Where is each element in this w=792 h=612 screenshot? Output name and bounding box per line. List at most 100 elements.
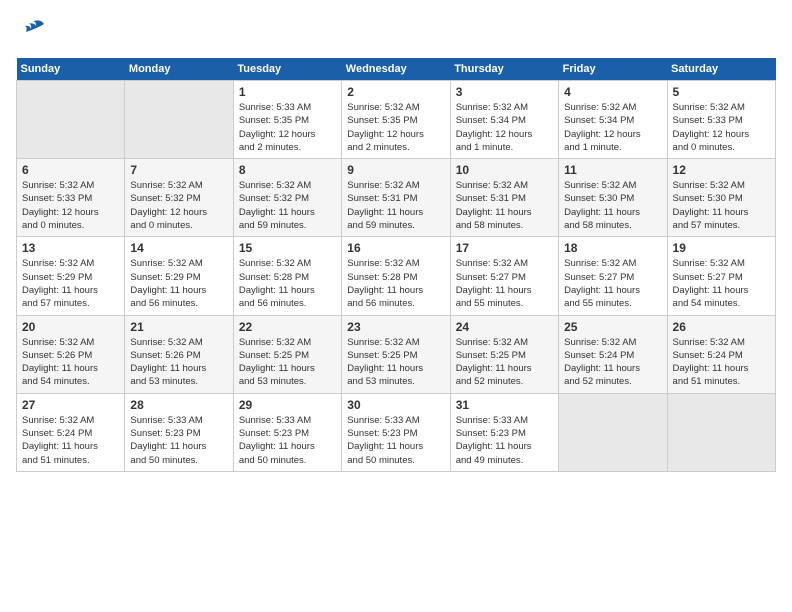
day-info: Sunrise: 5:32 AMSunset: 5:24 PMDaylight:… — [564, 336, 661, 389]
day-info: Sunrise: 5:32 AMSunset: 5:29 PMDaylight:… — [22, 257, 119, 310]
day-number: 25 — [564, 320, 661, 334]
day-info: Sunrise: 5:32 AMSunset: 5:27 PMDaylight:… — [564, 257, 661, 310]
day-number: 1 — [239, 85, 336, 99]
day-number: 12 — [673, 163, 770, 177]
weekday-header-thursday: Thursday — [450, 58, 558, 81]
calendar-cell: 30 Sunrise: 5:33 AMSunset: 5:23 PMDayligh… — [342, 393, 450, 471]
day-number: 23 — [347, 320, 444, 334]
calendar-cell: 31 Sunrise: 5:33 AMSunset: 5:23 PMDayligh… — [450, 393, 558, 471]
day-number: 26 — [673, 320, 770, 334]
day-info: Sunrise: 5:32 AMSunset: 5:24 PMDaylight:… — [22, 414, 119, 467]
calendar-cell: 2 Sunrise: 5:32 AMSunset: 5:35 PMDaylight… — [342, 81, 450, 159]
day-number: 28 — [130, 398, 227, 412]
calendar-cell: 26 Sunrise: 5:32 AMSunset: 5:24 PMDayligh… — [667, 315, 775, 393]
calendar-cell: 25 Sunrise: 5:32 AMSunset: 5:24 PMDayligh… — [559, 315, 667, 393]
calendar-week-2: 6 Sunrise: 5:32 AMSunset: 5:33 PMDaylight… — [17, 159, 776, 237]
day-number: 21 — [130, 320, 227, 334]
calendar-cell: 20 Sunrise: 5:32 AMSunset: 5:26 PMDayligh… — [17, 315, 125, 393]
day-number: 19 — [673, 241, 770, 255]
day-number: 30 — [347, 398, 444, 412]
day-info: Sunrise: 5:32 AMSunset: 5:27 PMDaylight:… — [456, 257, 553, 310]
day-info: Sunrise: 5:33 AMSunset: 5:23 PMDaylight:… — [347, 414, 444, 467]
calendar-cell: 13Sunrise: 5:32 AMSunset: 5:29 PMDayligh… — [17, 237, 125, 315]
calendar-week-1: 1 Sunrise: 5:33 AMSunset: 5:35 PMDaylight… — [17, 81, 776, 159]
day-number: 9 — [347, 163, 444, 177]
day-info: Sunrise: 5:32 AMSunset: 5:32 PMDaylight:… — [130, 179, 227, 232]
calendar-cell: 14 Sunrise: 5:32 AMSunset: 5:29 PMDayligh… — [125, 237, 233, 315]
day-number: 17 — [456, 241, 553, 255]
day-number: 14 — [130, 241, 227, 255]
calendar-cell: 16Sunrise: 5:32 AMSunset: 5:28 PMDayligh… — [342, 237, 450, 315]
day-info: Sunrise: 5:32 AMSunset: 5:30 PMDaylight:… — [564, 179, 661, 232]
day-number: 7 — [130, 163, 227, 177]
day-number: 22 — [239, 320, 336, 334]
day-number: 11 — [564, 163, 661, 177]
day-info: Sunrise: 5:32 AMSunset: 5:29 PMDaylight:… — [130, 257, 227, 310]
day-info: Sunrise: 5:32 AMSunset: 5:31 PMDaylight:… — [347, 179, 444, 232]
day-number: 31 — [456, 398, 553, 412]
calendar-cell: 8Sunrise: 5:32 AMSunset: 5:32 PMDaylight… — [233, 159, 341, 237]
weekday-header-monday: Monday — [125, 58, 233, 81]
calendar-cell — [559, 393, 667, 471]
calendar-cell: 9 Sunrise: 5:32 AMSunset: 5:31 PMDaylight… — [342, 159, 450, 237]
day-info: Sunrise: 5:32 AMSunset: 5:25 PMDaylight:… — [347, 336, 444, 389]
day-info: Sunrise: 5:32 AMSunset: 5:25 PMDaylight:… — [456, 336, 553, 389]
calendar-week-5: 27 Sunrise: 5:32 AMSunset: 5:24 PMDayligh… — [17, 393, 776, 471]
calendar: SundayMondayTuesdayWednesdayThursdayFrid… — [16, 58, 776, 472]
calendar-cell: 6 Sunrise: 5:32 AMSunset: 5:33 PMDaylight… — [17, 159, 125, 237]
calendar-cell: 3 Sunrise: 5:32 AMSunset: 5:34 PMDaylight… — [450, 81, 558, 159]
weekday-header-tuesday: Tuesday — [233, 58, 341, 81]
day-number: 18 — [564, 241, 661, 255]
weekday-header-row: SundayMondayTuesdayWednesdayThursdayFrid… — [17, 58, 776, 81]
day-info: Sunrise: 5:32 AMSunset: 5:28 PMDaylight:… — [239, 257, 336, 310]
calendar-cell — [667, 393, 775, 471]
day-info: Sunrise: 5:32 AMSunset: 5:28 PMDaylight:… — [347, 257, 444, 310]
logo-icon — [16, 16, 48, 48]
day-number: 15 — [239, 241, 336, 255]
calendar-cell: 15 Sunrise: 5:32 AMSunset: 5:28 PMDayligh… — [233, 237, 341, 315]
day-info: Sunrise: 5:32 AMSunset: 5:35 PMDaylight:… — [347, 101, 444, 154]
calendar-cell: 17 Sunrise: 5:32 AMSunset: 5:27 PMDayligh… — [450, 237, 558, 315]
calendar-week-3: 13Sunrise: 5:32 AMSunset: 5:29 PMDayligh… — [17, 237, 776, 315]
day-info: Sunrise: 5:32 AMSunset: 5:27 PMDaylight:… — [673, 257, 770, 310]
day-number: 8 — [239, 163, 336, 177]
weekday-header-sunday: Sunday — [17, 58, 125, 81]
day-info: Sunrise: 5:32 AMSunset: 5:31 PMDaylight:… — [456, 179, 553, 232]
day-info: Sunrise: 5:32 AMSunset: 5:33 PMDaylight:… — [22, 179, 119, 232]
weekday-header-saturday: Saturday — [667, 58, 775, 81]
page-header — [16, 16, 776, 48]
calendar-body: 1 Sunrise: 5:33 AMSunset: 5:35 PMDaylight… — [17, 81, 776, 472]
calendar-cell: 27 Sunrise: 5:32 AMSunset: 5:24 PMDayligh… — [17, 393, 125, 471]
day-number: 4 — [564, 85, 661, 99]
day-info: Sunrise: 5:32 AMSunset: 5:34 PMDaylight:… — [456, 101, 553, 154]
day-info: Sunrise: 5:32 AMSunset: 5:24 PMDaylight:… — [673, 336, 770, 389]
day-number: 6 — [22, 163, 119, 177]
day-number: 3 — [456, 85, 553, 99]
calendar-cell — [17, 81, 125, 159]
calendar-cell: 11 Sunrise: 5:32 AMSunset: 5:30 PMDayligh… — [559, 159, 667, 237]
calendar-cell: 5Sunrise: 5:32 AMSunset: 5:33 PMDaylight… — [667, 81, 775, 159]
day-info: Sunrise: 5:32 AMSunset: 5:26 PMDaylight:… — [22, 336, 119, 389]
calendar-cell: 24Sunrise: 5:32 AMSunset: 5:25 PMDayligh… — [450, 315, 558, 393]
calendar-cell: 21Sunrise: 5:32 AMSunset: 5:26 PMDayligh… — [125, 315, 233, 393]
calendar-cell: 22 Sunrise: 5:32 AMSunset: 5:25 PMDayligh… — [233, 315, 341, 393]
day-info: Sunrise: 5:33 AMSunset: 5:23 PMDaylight:… — [239, 414, 336, 467]
calendar-cell: 4Sunrise: 5:32 AMSunset: 5:34 PMDaylight… — [559, 81, 667, 159]
day-number: 29 — [239, 398, 336, 412]
day-number: 27 — [22, 398, 119, 412]
calendar-cell: 23 Sunrise: 5:32 AMSunset: 5:25 PMDayligh… — [342, 315, 450, 393]
calendar-cell: 7 Sunrise: 5:32 AMSunset: 5:32 PMDaylight… — [125, 159, 233, 237]
calendar-cell: 19 Sunrise: 5:32 AMSunset: 5:27 PMDayligh… — [667, 237, 775, 315]
day-number: 2 — [347, 85, 444, 99]
calendar-cell — [125, 81, 233, 159]
day-number: 20 — [22, 320, 119, 334]
calendar-cell: 12 Sunrise: 5:32 AMSunset: 5:30 PMDayligh… — [667, 159, 775, 237]
day-info: Sunrise: 5:33 AMSunset: 5:35 PMDaylight:… — [239, 101, 336, 154]
day-info: Sunrise: 5:32 AMSunset: 5:25 PMDaylight:… — [239, 336, 336, 389]
day-info: Sunrise: 5:33 AMSunset: 5:23 PMDaylight:… — [456, 414, 553, 467]
day-info: Sunrise: 5:32 AMSunset: 5:30 PMDaylight:… — [673, 179, 770, 232]
day-number: 10 — [456, 163, 553, 177]
day-number: 5 — [673, 85, 770, 99]
calendar-cell: 18 Sunrise: 5:32 AMSunset: 5:27 PMDayligh… — [559, 237, 667, 315]
weekday-header-friday: Friday — [559, 58, 667, 81]
